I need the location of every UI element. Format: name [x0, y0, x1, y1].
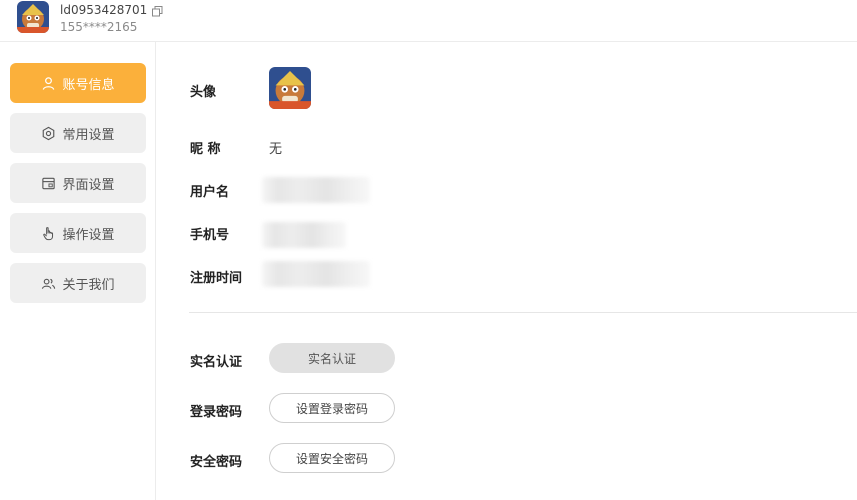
window-icon — [42, 177, 56, 189]
nickname-value: 无 — [269, 142, 283, 157]
sidebar-item-label: 常用设置 — [62, 127, 115, 143]
sidebar-item-label: 关于我们 — [62, 277, 115, 293]
sidebar: 账号信息 常用设置 界面设置 操作设置 关于我们 — [0, 42, 156, 500]
users-icon — [42, 278, 56, 289]
user-phone: 155****2165 — [60, 20, 138, 34]
user-icon — [43, 76, 55, 90]
avatar[interactable] — [269, 67, 311, 109]
realname-verify-button[interactable]: 实名认证 — [269, 343, 395, 373]
sidebar-item-label: 界面设置 — [62, 177, 115, 193]
sidebar-item-account-info[interactable]: 账号信息 — [10, 63, 146, 103]
phone-value-redacted — [262, 222, 346, 248]
register-time-value-redacted — [262, 261, 370, 287]
account-info-panel: 头像 昵 称 无 用户名 手机号 注册时间 实名认证 实名认证 登录密码 设置登… — [157, 42, 857, 500]
user-id-row: ld0953428701 — [60, 2, 163, 18]
gear-icon — [43, 126, 55, 140]
hand-pointer-icon — [43, 226, 54, 240]
safe-password-label: 安全密码 — [190, 455, 243, 470]
sidebar-item-label: 账号信息 — [62, 77, 115, 93]
set-safe-password-button[interactable]: 设置安全密码 — [269, 443, 395, 473]
copy-icon[interactable] — [152, 5, 163, 16]
login-password-label: 登录密码 — [190, 405, 243, 420]
realname-label: 实名认证 — [190, 355, 243, 370]
sidebar-item-interface-settings[interactable]: 界面设置 — [10, 163, 146, 203]
username-label: 用户名 — [190, 185, 230, 200]
top-bar: ld0953428701 155****2165 — [0, 0, 857, 42]
sidebar-item-common-settings[interactable]: 常用设置 — [10, 113, 146, 153]
sidebar-item-about-us[interactable]: 关于我们 — [10, 263, 146, 303]
user-id: ld0953428701 — [60, 3, 148, 17]
nickname-label: 昵 称 — [190, 142, 221, 157]
sidebar-item-label: 操作设置 — [62, 227, 115, 243]
avatar-label: 头像 — [190, 85, 217, 100]
avatar[interactable] — [17, 1, 49, 33]
username-value-redacted — [262, 177, 370, 203]
sidebar-item-operation-settings[interactable]: 操作设置 — [10, 213, 146, 253]
set-login-password-button[interactable]: 设置登录密码 — [269, 393, 395, 423]
register-time-label: 注册时间 — [190, 271, 243, 286]
divider — [189, 312, 857, 313]
phone-label: 手机号 — [190, 228, 230, 243]
